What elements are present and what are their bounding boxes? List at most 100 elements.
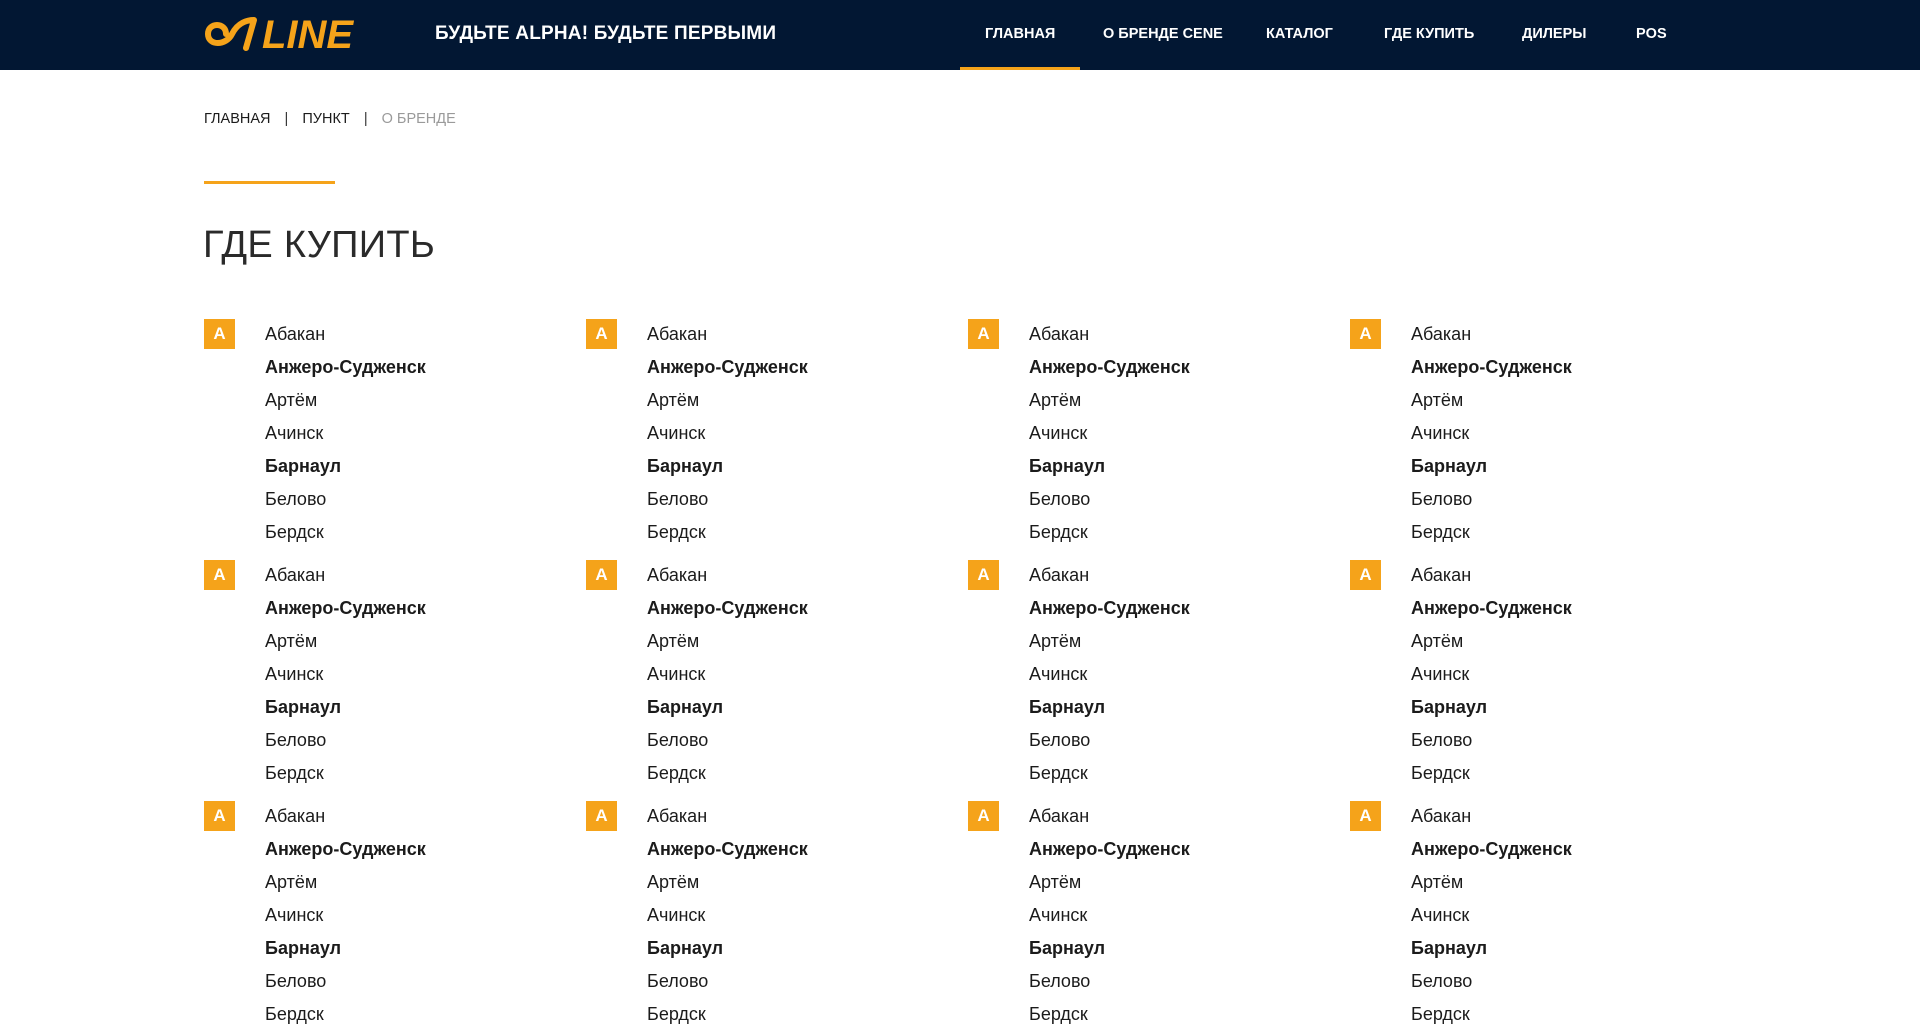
city-link[interactable]: Барнаул	[647, 454, 808, 487]
city-link[interactable]: Артём	[1029, 388, 1190, 421]
city-link[interactable]: Анжеро-Судженск	[1029, 837, 1190, 870]
city-link[interactable]: Абакан	[1411, 563, 1572, 596]
city-link[interactable]: Бердск	[1411, 1002, 1572, 1035]
city-link[interactable]: Анжеро-Судженск	[265, 596, 426, 629]
city-link[interactable]: Барнаул	[1029, 454, 1190, 487]
city-group: А Абакан Анжеро-Судженск Артём Ачинск Барнаул…	[586, 319, 946, 549]
city-link[interactable]: Анжеро-Судженск	[647, 837, 808, 870]
city-link[interactable]: Белово	[1029, 728, 1190, 761]
city-link[interactable]: Абакан	[647, 563, 808, 596]
city-link[interactable]: Ачинск	[1411, 903, 1572, 936]
city-link[interactable]: Артём	[265, 870, 426, 903]
city-link[interactable]: Ачинск	[647, 421, 808, 454]
city-link[interactable]: Анжеро-Судженск	[647, 596, 808, 629]
city-link[interactable]: Барнаул	[647, 936, 808, 969]
city-link[interactable]: Бердск	[265, 520, 426, 553]
city-link[interactable]: Белово	[1411, 969, 1572, 1002]
breadcrumb-home[interactable]: ГЛАВНАЯ	[204, 111, 271, 127]
nav-dealers[interactable]: ДИЛЕРЫ	[1522, 0, 1586, 70]
city-link[interactable]: Артём	[265, 629, 426, 662]
city-link[interactable]: Барнаул	[265, 695, 426, 728]
city-link[interactable]: Ачинск	[265, 903, 426, 936]
nav-pos[interactable]: POS	[1636, 0, 1667, 70]
city-link[interactable]: Ачинск	[1029, 662, 1190, 695]
city-group: А Абакан Анжеро-Судженск Артём Ачинск Барнаул…	[1350, 801, 1710, 1031]
city-link[interactable]: Ачинск	[265, 421, 426, 454]
city-link[interactable]: Артём	[1411, 629, 1572, 662]
city-link[interactable]: Артём	[647, 388, 808, 421]
city-link[interactable]: Артём	[265, 388, 426, 421]
city-link[interactable]: Анжеро-Судженск	[1029, 596, 1190, 629]
city-link[interactable]: Белово	[1029, 969, 1190, 1002]
city-link[interactable]: Белово	[647, 728, 808, 761]
site-header: LINE БУДЬТЕ ALPHA! БУДЬТЕ ПЕРВЫМИ ГЛАВНА…	[0, 0, 1920, 70]
nav-catalog[interactable]: КАТАЛОГ	[1266, 0, 1333, 70]
city-link[interactable]: Бердск	[647, 1002, 808, 1035]
city-link[interactable]: Бердск	[647, 761, 808, 794]
city-link[interactable]: Барнаул	[265, 936, 426, 969]
city-link[interactable]: Анжеро-Судженск	[1029, 355, 1190, 388]
city-link[interactable]: Анжеро-Судженск	[647, 355, 808, 388]
city-list: Абакан Анжеро-Судженск Артём Ачинск Барнаул Б…	[1411, 563, 1572, 794]
city-link[interactable]: Абакан	[647, 322, 808, 355]
city-link[interactable]: Барнаул	[1029, 936, 1190, 969]
nav-about-brand[interactable]: О БРЕНДЕ CENE	[1103, 0, 1223, 70]
city-link[interactable]: Бердск	[1411, 761, 1572, 794]
city-link[interactable]: Артём	[1029, 870, 1190, 903]
city-link[interactable]: Абакан	[1411, 322, 1572, 355]
brand-logo[interactable]: LINE	[204, 14, 404, 54]
city-link[interactable]: Ачинск	[1411, 662, 1572, 695]
city-link[interactable]: Абакан	[1029, 322, 1190, 355]
city-link[interactable]: Ачинск	[647, 903, 808, 936]
city-link[interactable]: Барнаул	[1029, 695, 1190, 728]
city-link[interactable]: Барнаул	[1411, 454, 1572, 487]
city-link[interactable]: Ачинск	[1029, 903, 1190, 936]
city-link[interactable]: Абакан	[265, 322, 426, 355]
breadcrumb-point[interactable]: ПУНКТ	[302, 111, 349, 127]
city-link[interactable]: Барнаул	[1411, 936, 1572, 969]
city-link[interactable]: Ачинск	[265, 662, 426, 695]
city-link[interactable]: Бердск	[265, 1002, 426, 1035]
city-link[interactable]: Абакан	[265, 804, 426, 837]
city-link[interactable]: Белово	[647, 487, 808, 520]
nav-where-to-buy[interactable]: ГДЕ КУПИТЬ	[1384, 0, 1474, 70]
city-link[interactable]: Белово	[265, 969, 426, 1002]
city-link[interactable]: Анжеро-Судженск	[265, 355, 426, 388]
city-list: Абакан Анжеро-Судженск Артём Ачинск Барнаул Б…	[1411, 804, 1572, 1035]
nav-home[interactable]: ГЛАВНАЯ	[959, 0, 1081, 70]
city-group: А Абакан Анжеро-Судженск Артём Ачинск Барнаул…	[968, 801, 1328, 1031]
city-link[interactable]: Белово	[1411, 728, 1572, 761]
city-link[interactable]: Анжеро-Судженск	[265, 837, 426, 870]
logo-text: LINE	[262, 14, 354, 54]
city-link[interactable]: Артём	[647, 870, 808, 903]
city-link[interactable]: Барнаул	[647, 695, 808, 728]
city-link[interactable]: Анжеро-Судженск	[1411, 596, 1572, 629]
city-link[interactable]: Барнаул	[1411, 695, 1572, 728]
city-link[interactable]: Бердск	[1029, 761, 1190, 794]
city-link[interactable]: Белово	[1411, 487, 1572, 520]
city-link[interactable]: Абакан	[647, 804, 808, 837]
city-link[interactable]: Абакан	[1029, 804, 1190, 837]
city-link[interactable]: Артём	[1411, 388, 1572, 421]
city-link[interactable]: Белово	[647, 969, 808, 1002]
city-link[interactable]: Белово	[265, 728, 426, 761]
city-link[interactable]: Абакан	[1411, 804, 1572, 837]
city-link[interactable]: Бердск	[1029, 1002, 1190, 1035]
city-link[interactable]: Белово	[265, 487, 426, 520]
city-link[interactable]: Ачинск	[1411, 421, 1572, 454]
city-link[interactable]: Бердск	[265, 761, 426, 794]
city-link[interactable]: Артём	[1411, 870, 1572, 903]
city-link[interactable]: Анжеро-Судженск	[1411, 837, 1572, 870]
city-link[interactable]: Бердск	[1411, 520, 1572, 553]
city-link[interactable]: Анжеро-Судженск	[1411, 355, 1572, 388]
city-link[interactable]: Бердск	[1029, 520, 1190, 553]
city-link[interactable]: Ачинск	[1029, 421, 1190, 454]
city-link[interactable]: Артём	[1029, 629, 1190, 662]
city-link[interactable]: Артём	[647, 629, 808, 662]
city-link[interactable]: Абакан	[1029, 563, 1190, 596]
city-link[interactable]: Белово	[1029, 487, 1190, 520]
city-link[interactable]: Бердск	[647, 520, 808, 553]
city-link[interactable]: Абакан	[265, 563, 426, 596]
city-link[interactable]: Барнаул	[265, 454, 426, 487]
city-link[interactable]: Ачинск	[647, 662, 808, 695]
